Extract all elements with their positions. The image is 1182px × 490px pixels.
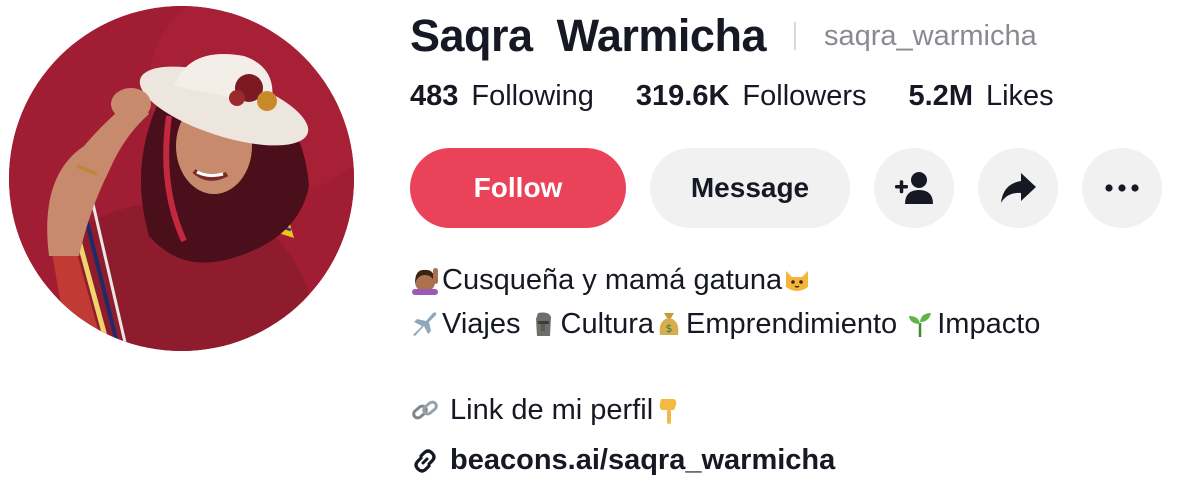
username: saqra_warmicha	[823, 19, 1037, 52]
bio-spacer	[410, 346, 1040, 388]
bio-line-1: Cusqueña y mamá gatuna	[410, 258, 1040, 302]
display-name: Saqra Warmicha	[410, 10, 766, 61]
bio-text-3: Link de mi perfil	[442, 394, 654, 426]
link-chain-icon	[412, 400, 438, 420]
bio-line-2: Viajes Cultura $ Emprendimiento Impacto	[410, 302, 1040, 346]
seedling-icon	[909, 313, 932, 337]
bio-text-2c: Emprendimiento	[686, 308, 906, 340]
bio-text-2a: Viajes	[442, 308, 529, 340]
woman-raising-hand-icon	[412, 268, 438, 295]
followers-label: Followers	[742, 80, 867, 112]
follow-button[interactable]: Follow	[410, 148, 626, 228]
share-arrow-icon	[1001, 173, 1036, 203]
stat-following[interactable]: 483 Following	[410, 80, 594, 113]
likes-label: Likes	[985, 80, 1054, 112]
avatar-photo	[9, 6, 354, 351]
link-icon	[414, 448, 436, 473]
profile-actions: Follow Message	[410, 148, 1162, 228]
profile-header: Saqra Warmicha saqra_warmicha	[410, 10, 1037, 62]
bio-text-2d: Impacto	[937, 308, 1041, 340]
money-bag-icon: $	[659, 313, 679, 335]
profile-link-url[interactable]: beacons.ai/saqra_warmicha	[450, 444, 835, 477]
moai-icon	[535, 312, 551, 336]
more-button[interactable]	[1082, 148, 1162, 228]
bio-text-2b: Cultura	[560, 308, 655, 340]
message-button[interactable]: Message	[650, 148, 850, 228]
svg-text:$: $	[666, 322, 673, 335]
share-button[interactable]	[978, 148, 1058, 228]
profile-bio: Cusqueña y mamá gatuna Viajes Cultura $ …	[410, 258, 1040, 432]
stat-likes[interactable]: 5.2M Likes	[909, 80, 1054, 113]
profile-link[interactable]: beacons.ai/saqra_warmicha	[410, 444, 835, 477]
name-divider	[793, 22, 796, 50]
avatar[interactable]	[9, 6, 354, 351]
cat-face-icon	[786, 271, 809, 291]
bio-text-1: Cusqueña y mamá gatuna	[442, 264, 783, 296]
stat-followers[interactable]: 319.6K Followers	[636, 80, 867, 113]
airplane-icon	[413, 312, 437, 336]
followers-count: 319.6K	[635, 80, 730, 112]
ellipsis-icon	[1105, 184, 1139, 192]
add-friend-button[interactable]	[874, 148, 954, 228]
following-label: Following	[471, 80, 594, 112]
person-plus-icon	[895, 172, 933, 204]
profile-stats: 483 Following 319.6K Followers 5.2M Like…	[410, 80, 1096, 113]
likes-count: 5.2M	[908, 80, 973, 112]
pointing-down-icon	[659, 399, 677, 424]
bio-line-3: Link de mi perfil	[410, 388, 1040, 432]
following-count: 483	[410, 80, 459, 112]
